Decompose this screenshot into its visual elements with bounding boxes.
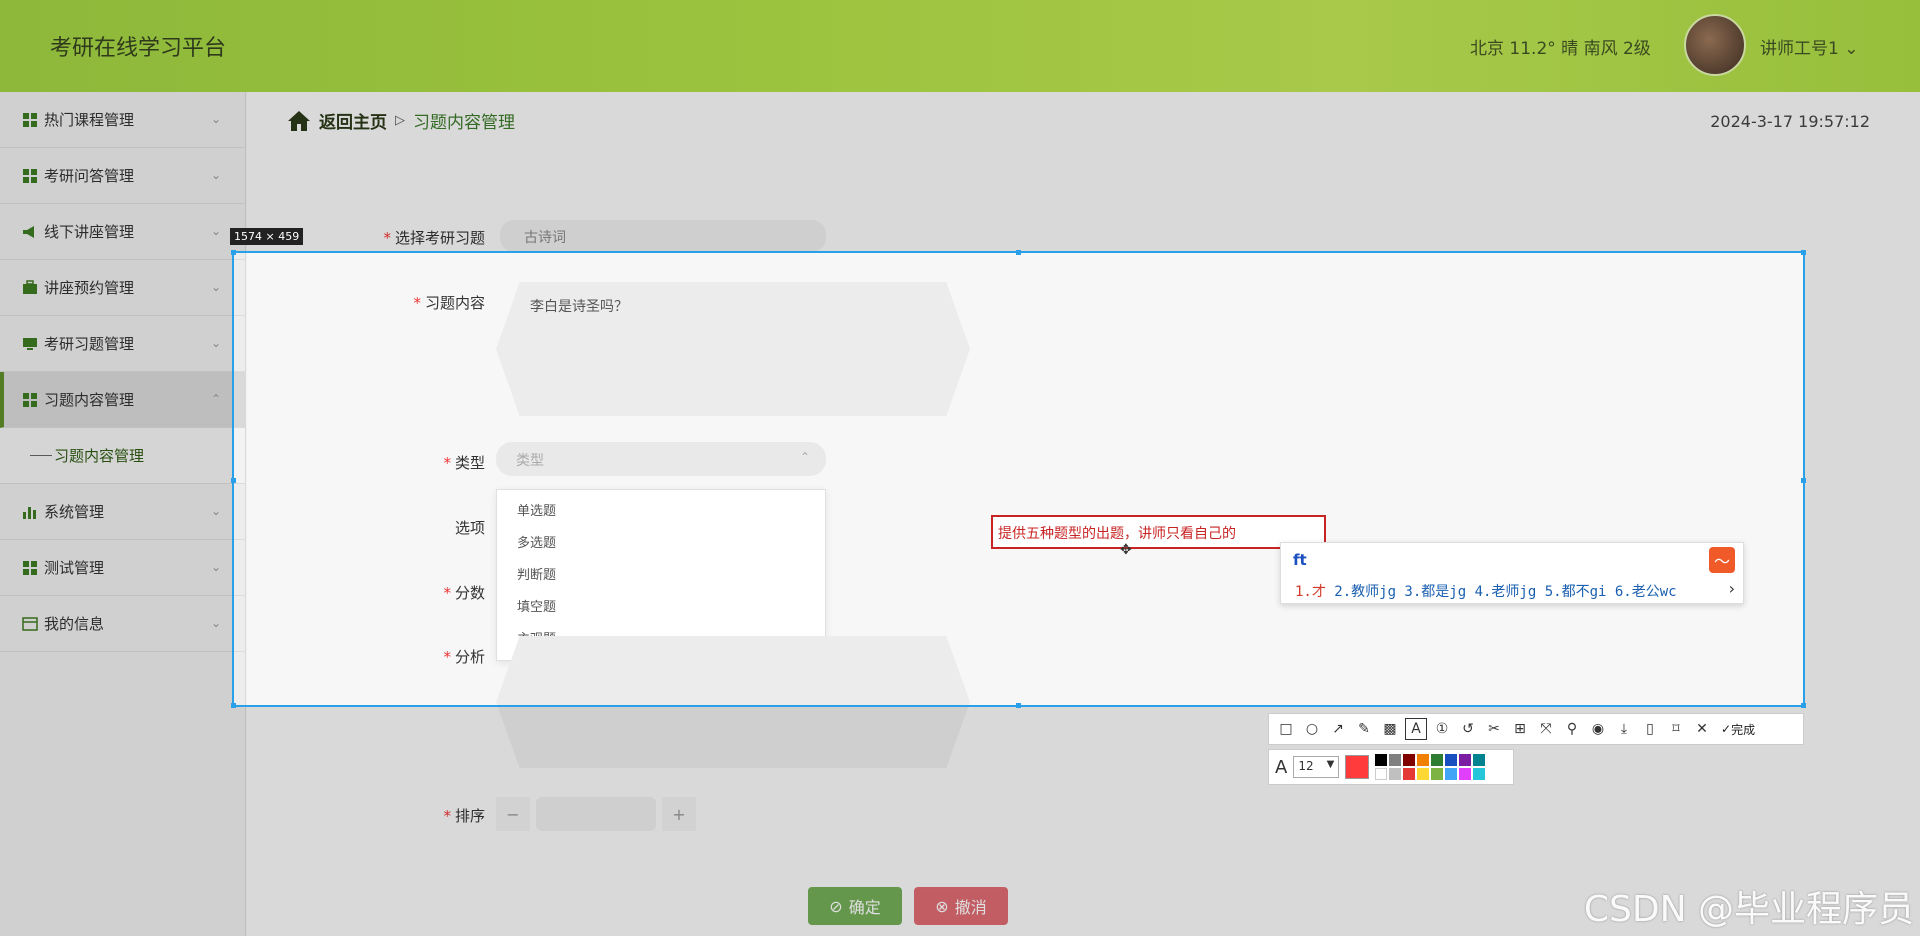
user-menu[interactable]: 讲师工号1 ⌄ xyxy=(1760,34,1858,59)
annotation-text-box[interactable]: 提供五种题型的出题，讲师只看自己的 xyxy=(991,515,1326,549)
font-icon: A xyxy=(1275,756,1288,778)
pen-tool-icon[interactable]: ✎ xyxy=(1353,718,1375,740)
color-swatch[interactable] xyxy=(1375,768,1388,780)
color-swatch[interactable] xyxy=(1403,754,1416,766)
color-swatch[interactable] xyxy=(1459,768,1472,780)
color-swatch[interactable] xyxy=(1431,768,1444,780)
dim-overlay-right xyxy=(1805,251,1920,707)
chevron-down-icon: ▼ xyxy=(1326,759,1335,770)
arrow-tool-icon[interactable]: ↗ xyxy=(1327,718,1349,740)
color-swatches xyxy=(1375,754,1486,780)
color-swatch[interactable] xyxy=(1445,754,1458,766)
options-label: 选项 xyxy=(454,519,485,537)
type-option[interactable]: 判断题 xyxy=(497,560,825,592)
color-swatch[interactable] xyxy=(1403,768,1416,780)
weather-info: 北京 11.2° 晴 南风 2级 xyxy=(1470,39,1651,59)
dim-overlay-left xyxy=(0,251,232,707)
number-tool-icon[interactable]: ① xyxy=(1431,718,1453,740)
ime-candidate-first[interactable]: 1.才 xyxy=(1295,584,1326,600)
ime-candidates[interactable]: 1.才 2.教师jg 3.都是jg 4.老师jg 5.都不gi 6.老公wc xyxy=(1295,581,1677,601)
bookmark-icon[interactable]: ⌑ xyxy=(1665,718,1687,740)
color-swatch[interactable] xyxy=(1431,754,1444,766)
content-label: * 习题内容 xyxy=(413,294,485,312)
top-header: 考研在线学习平台 北京 11.2° 晴 南风 2级 讲师工号1 ⌄ xyxy=(0,0,1920,92)
ellipse-tool-icon[interactable]: ○ xyxy=(1301,718,1323,740)
type-option[interactable]: 单选题 xyxy=(497,496,825,528)
current-color-swatch[interactable] xyxy=(1345,755,1370,779)
app-title: 考研在线学习平台 xyxy=(50,36,227,61)
text-style-palette: A 12 ▼ xyxy=(1268,749,1514,785)
user-name: 讲师工号1 xyxy=(1760,39,1839,59)
avatar[interactable] xyxy=(1684,14,1746,76)
download-icon[interactable]: ⤓ xyxy=(1613,718,1635,740)
crosshair-cursor-icon: ✥ xyxy=(1120,542,1132,558)
ime-typed-text: ft xyxy=(1293,551,1307,569)
chevron-down-icon: ⌄ xyxy=(1844,39,1859,59)
close-icon[interactable]: ✕ xyxy=(1691,718,1713,740)
selection-size-tip: 1574 × 459 xyxy=(230,228,304,245)
ime-logo-icon[interactable]: 〜 xyxy=(1709,547,1735,573)
color-swatch[interactable] xyxy=(1417,768,1430,780)
score-label: * 分数 xyxy=(443,584,485,602)
color-swatch[interactable] xyxy=(1417,754,1430,766)
font-size-select[interactable]: 12 ▼ xyxy=(1293,756,1340,778)
text-tool-icon[interactable]: A xyxy=(1405,718,1427,740)
watermark: CSDN @毕业程序员 xyxy=(1583,889,1914,930)
chevron-up-icon: ⌃ xyxy=(799,450,810,464)
undo-icon[interactable]: ↺ xyxy=(1457,718,1479,740)
color-swatch[interactable] xyxy=(1459,754,1472,766)
color-swatch[interactable] xyxy=(1473,768,1486,780)
color-swatch[interactable] xyxy=(1473,754,1486,766)
type-dropdown: 单选题 多选题 判断题 填空题 主观题 xyxy=(496,489,826,661)
done-button[interactable]: ✓ 完成 xyxy=(1721,721,1755,738)
screenshot-toolbar: □ ○ ↗ ✎ ▩ A ① ↺ ✂ ⊞ ⤧ ⚲ ◉ ⤓ ▯ ⌑ ✕ ✓ 完成 xyxy=(1268,713,1804,745)
color-swatch[interactable] xyxy=(1375,754,1388,766)
ocr-icon[interactable]: ⊞ xyxy=(1509,718,1531,740)
rectangle-tool-icon[interactable]: □ xyxy=(1275,718,1297,740)
mosaic-tool-icon[interactable]: ▩ xyxy=(1379,718,1401,740)
type-placeholder: 类型 xyxy=(516,453,544,469)
long-screenshot-icon[interactable]: ⤧ xyxy=(1535,718,1557,740)
phone-icon[interactable]: ▯ xyxy=(1639,718,1661,740)
type-option[interactable]: 多选题 xyxy=(497,528,825,560)
color-swatch[interactable] xyxy=(1445,768,1458,780)
analysis-label: * 分析 xyxy=(443,648,485,666)
ime-candidate-rest[interactable]: 2.教师jg 3.都是jg 4.老师jg 5.都不gi 6.老公wc xyxy=(1326,584,1676,600)
content-textarea[interactable]: 李白是诗圣吗？ xyxy=(496,282,970,416)
type-select[interactable]: 类型 ⌃ xyxy=(496,442,826,476)
ime-next-page-icon[interactable]: › xyxy=(1729,579,1735,598)
ime-candidate-window: ft 〜 1.才 2.教师jg 3.都是jg 4.老师jg 5.都不gi 6.老… xyxy=(1280,542,1744,604)
check-icon: ✓ xyxy=(1721,722,1732,736)
record-icon[interactable]: ◉ xyxy=(1587,718,1609,740)
type-option[interactable]: 填空题 xyxy=(497,592,825,624)
scissors-icon[interactable]: ✂ xyxy=(1483,718,1505,740)
type-label: * 类型 xyxy=(443,454,485,472)
color-swatch[interactable] xyxy=(1389,768,1402,780)
color-swatch[interactable] xyxy=(1389,754,1402,766)
pin-icon[interactable]: ⚲ xyxy=(1561,718,1583,740)
